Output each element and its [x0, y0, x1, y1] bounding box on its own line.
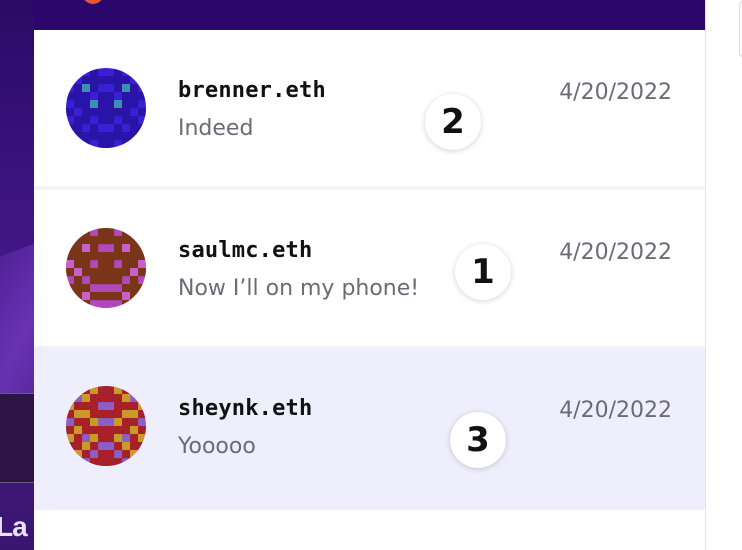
list-empty-area	[34, 510, 705, 550]
background-gradient-shape	[0, 233, 34, 407]
conversation-name: saulmc.eth	[178, 238, 313, 263]
background-partial-text: La	[0, 511, 28, 542]
unread-count-badge: 1	[455, 244, 511, 300]
message-date: 4/20/2022	[559, 80, 672, 105]
unread-count-badge: 3	[450, 412, 506, 468]
conversation-item[interactable]: saulmc.eth Now I’ll on my phone! 4/20/20…	[34, 190, 705, 346]
pixel-avatar-icon	[66, 386, 146, 466]
conversation-name: sheynk.eth	[178, 396, 313, 421]
header-bar	[34, 0, 705, 30]
pixel-avatar-icon	[66, 68, 146, 148]
conversation-item[interactable]: brenner.eth Indeed 4/20/2022 2	[34, 30, 705, 186]
pixel-avatar-icon	[66, 228, 146, 308]
logo-icon	[82, 0, 104, 4]
message-preview: Now I’ll on my phone!	[178, 276, 420, 301]
message-preview: Indeed	[178, 116, 254, 141]
avatar	[66, 68, 146, 148]
message-date: 4/20/2022	[559, 398, 672, 423]
avatar	[66, 386, 146, 466]
conversation-item-active[interactable]: sheynk.eth Yooooo 4/20/2022 3	[34, 348, 705, 510]
app-background-left: La	[0, 0, 34, 550]
conversation-name: brenner.eth	[178, 78, 326, 103]
right-gutter	[705, 0, 742, 550]
unread-count-badge: 2	[425, 94, 481, 150]
avatar	[66, 228, 146, 308]
message-date: 4/20/2022	[559, 240, 672, 265]
background-panel	[0, 393, 34, 483]
message-preview: Yooooo	[178, 434, 256, 459]
conversation-list: brenner.eth Indeed 4/20/2022 2 saulmc.et…	[34, 30, 705, 550]
